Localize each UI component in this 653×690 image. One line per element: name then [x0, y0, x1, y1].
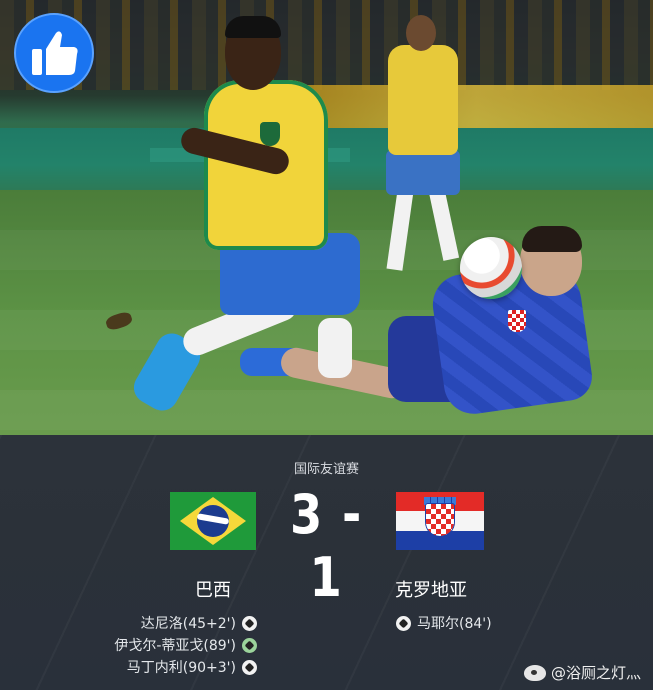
scorer-row: 马耶尔(84') [396, 612, 492, 634]
brazil-player [128, 16, 380, 418]
brazil-flag-icon [170, 492, 256, 550]
soccer-ball-icon [396, 615, 411, 631]
scorer-row: 伊戈尔-蒂亚戈(89') [114, 634, 257, 656]
scorer-row: 马丁内利(90+3') [114, 656, 257, 678]
away-team-name: 克罗地亚 [395, 580, 467, 601]
like-button[interactable] [14, 13, 94, 93]
scorer-row: 达尼洛(45+2') [114, 612, 257, 634]
away-scorers-list: 马耶尔(84') [396, 612, 492, 634]
score-panel: 国际友谊赛 3 - 1 巴西 克罗地亚 达尼洛(45+2') 伊戈尔-蒂亚戈(8… [0, 435, 653, 690]
home-team-name: 巴西 [195, 580, 231, 601]
scorer-text: 达尼洛(45+2') [140, 616, 236, 632]
scorer-text: 马耶尔(84') [417, 616, 492, 632]
scorer-text: 伊戈尔-蒂亚戈(89') [114, 638, 236, 654]
home-scorers-list: 达尼洛(45+2') 伊戈尔-蒂亚戈(89') 马丁内利(90+3') [114, 612, 257, 678]
thumbs-up-icon [32, 31, 78, 75]
soccer-ball-icon [242, 615, 257, 631]
scorer-text: 马丁内利(90+3') [126, 660, 236, 676]
weibo-icon [523, 664, 546, 681]
croatia-flag-icon [396, 492, 484, 550]
competition-label: 国际友谊赛 [293, 462, 359, 477]
final-score: 3 - 1 [290, 483, 363, 609]
match-photo [0, 0, 653, 435]
match-ball [460, 237, 522, 299]
soccer-ball-icon [242, 659, 257, 675]
watermark: @浴厕之灯灬 [523, 662, 641, 683]
watermark-text: @浴厕之灯灬 [550, 664, 641, 682]
soccer-ball-icon [242, 637, 257, 653]
